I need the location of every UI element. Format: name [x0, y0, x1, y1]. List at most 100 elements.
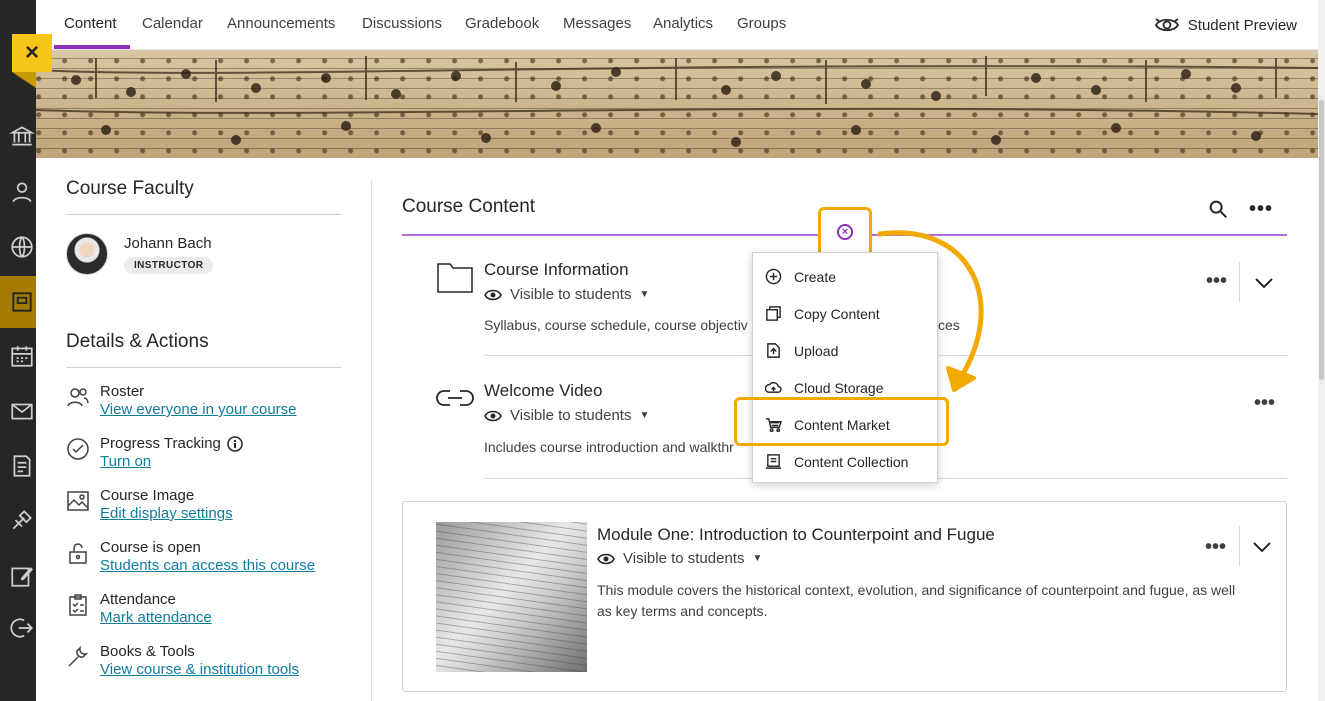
- page-scrollbar[interactable]: [1318, 0, 1325, 701]
- upload-icon: [767, 343, 780, 358]
- item-more-options-icon[interactable]: •••: [1205, 536, 1226, 559]
- close-icon: ×: [24, 39, 39, 66]
- menu-item-content-collection[interactable]: Content Collection: [765, 453, 908, 470]
- menu-item-cloud-storage[interactable]: Cloud Storage: [765, 379, 884, 396]
- menu-item-copy-content[interactable]: Copy Content: [765, 305, 880, 322]
- instructor-badge: INSTRUCTOR: [124, 256, 214, 274]
- module-thumbnail-image: [436, 522, 587, 672]
- tools-icon[interactable]: [8, 506, 36, 534]
- scrollbar-thumb[interactable]: [1319, 100, 1324, 380]
- item-title[interactable]: Course Information: [484, 260, 629, 280]
- chevron-down-icon[interactable]: [1254, 276, 1274, 290]
- visibility-dropdown[interactable]: Visible to students ▼: [484, 286, 649, 303]
- add-content-button[interactable]: ×: [818, 207, 872, 257]
- more-options-icon[interactable]: •••: [1249, 198, 1273, 221]
- tab-discussions[interactable]: Discussions: [362, 15, 442, 32]
- item-title[interactable]: Welcome Video: [484, 381, 602, 401]
- tab-content[interactable]: Content: [64, 15, 117, 32]
- courses-icon[interactable]: [8, 288, 36, 316]
- roster-link[interactable]: View everyone in your course: [100, 401, 297, 418]
- menu-item-label: Content Collection: [794, 453, 909, 470]
- content-collection-icon: [765, 454, 782, 469]
- folder-icon: [437, 263, 473, 293]
- detail-label: Progress Tracking: [100, 435, 243, 452]
- detail-label: Books & Tools: [100, 643, 195, 660]
- student-preview-button[interactable]: Student Preview: [1154, 15, 1297, 35]
- tab-messages[interactable]: Messages: [563, 15, 631, 32]
- progress-tracking-label: Progress Tracking: [100, 435, 221, 452]
- faculty-card[interactable]: Johann Bach INSTRUCTOR: [66, 233, 341, 275]
- calendar-icon[interactable]: [8, 342, 36, 370]
- info-icon[interactable]: [227, 435, 243, 452]
- visibility-label: Visible to students: [510, 407, 632, 424]
- eye-icon: [484, 289, 502, 300]
- detail-label: Attendance: [100, 591, 176, 608]
- avatar: [66, 233, 108, 275]
- detail-books-tools: Books & Tools View course & institution t…: [66, 643, 341, 680]
- grades-icon[interactable]: [8, 452, 36, 480]
- caret-down-icon: ▼: [639, 410, 650, 421]
- wrench-icon: [68, 645, 89, 667]
- item-more-options-icon[interactable]: •••: [1254, 392, 1275, 415]
- plus-circle-icon: [765, 268, 782, 285]
- eye-icon: [597, 553, 615, 564]
- menu-item-upload[interactable]: Upload: [765, 342, 838, 359]
- detail-label: Course Image: [100, 487, 195, 504]
- check-circle-icon: [67, 438, 89, 460]
- detail-course-open: Course is open Students can access this c…: [66, 539, 341, 576]
- student-preview-icon: [1154, 18, 1179, 32]
- callout-arrow-icon: [877, 230, 984, 392]
- course-faculty-title: Course Faculty: [66, 178, 341, 215]
- column-divider: [371, 180, 372, 701]
- menu-item-create[interactable]: Create: [765, 268, 836, 285]
- tab-gradebook[interactable]: Gradebook: [465, 15, 539, 32]
- chevron-down-icon[interactable]: [1252, 540, 1272, 554]
- progress-tracking-link[interactable]: Turn on: [100, 453, 151, 470]
- item-title[interactable]: Module One: Introduction to Counterpoint…: [597, 525, 995, 545]
- course-access-link[interactable]: Students can access this course: [100, 557, 315, 574]
- unlock-icon: [69, 543, 87, 564]
- course-sidebar: Course Faculty Johann Bach INSTRUCTOR De…: [66, 178, 341, 680]
- course-top-navigation: Content Calendar Announcements Discussio…: [36, 0, 1325, 50]
- item-description: Syllabus, course schedule, course object…: [484, 317, 748, 333]
- profile-icon[interactable]: [8, 178, 36, 206]
- messages-icon[interactable]: [8, 397, 36, 425]
- cloud-upload-icon: [765, 381, 782, 393]
- detail-roster: Roster View everyone in your course: [66, 383, 341, 420]
- roster-icon: [67, 388, 89, 407]
- tab-analytics[interactable]: Analytics: [653, 15, 713, 32]
- sign-out-icon[interactable]: [8, 614, 36, 642]
- search-icon[interactable]: [1207, 198, 1229, 220]
- course-image-link[interactable]: Edit display settings: [100, 505, 233, 522]
- active-tab-indicator: [54, 45, 130, 49]
- institution-icon[interactable]: [8, 122, 36, 150]
- item-action-divider: [1239, 526, 1240, 566]
- faculty-name: Johann Bach: [124, 234, 212, 252]
- caret-down-icon: ▼: [639, 289, 650, 300]
- close-course-button[interactable]: ×: [12, 34, 52, 72]
- attendance-icon: [69, 594, 87, 616]
- item-more-options-icon[interactable]: •••: [1206, 270, 1227, 293]
- books-tools-link[interactable]: View course & institution tools: [100, 661, 299, 678]
- visibility-label: Visible to students: [510, 286, 632, 303]
- content-market-highlight: [734, 397, 949, 446]
- left-navigation-rail: [0, 0, 36, 701]
- tab-groups[interactable]: Groups: [737, 15, 786, 32]
- attendance-link[interactable]: Mark attendance: [100, 609, 212, 626]
- visibility-dropdown[interactable]: Visible to students ▼: [597, 550, 762, 567]
- tab-announcements[interactable]: Announcements: [227, 15, 335, 32]
- item-action-divider: [1239, 262, 1240, 302]
- globe-icon[interactable]: [8, 233, 36, 261]
- menu-item-label: Upload: [794, 342, 839, 359]
- edit-icon[interactable]: [8, 562, 36, 590]
- detail-label: Roster: [100, 383, 145, 400]
- tab-calendar[interactable]: Calendar: [142, 15, 203, 32]
- content-item-module-one[interactable]: Module One: Introduction to Counterpoint…: [402, 501, 1287, 692]
- copy-icon: [766, 306, 781, 321]
- detail-label: Course is open: [100, 539, 201, 556]
- visibility-dropdown[interactable]: Visible to students ▼: [484, 407, 649, 424]
- item-description: Includes course introduction and walkthr: [484, 439, 734, 455]
- caret-down-icon: ▼: [752, 553, 763, 564]
- course-banner-image: [36, 50, 1318, 158]
- sheet-music-banner-icon: [36, 56, 1318, 147]
